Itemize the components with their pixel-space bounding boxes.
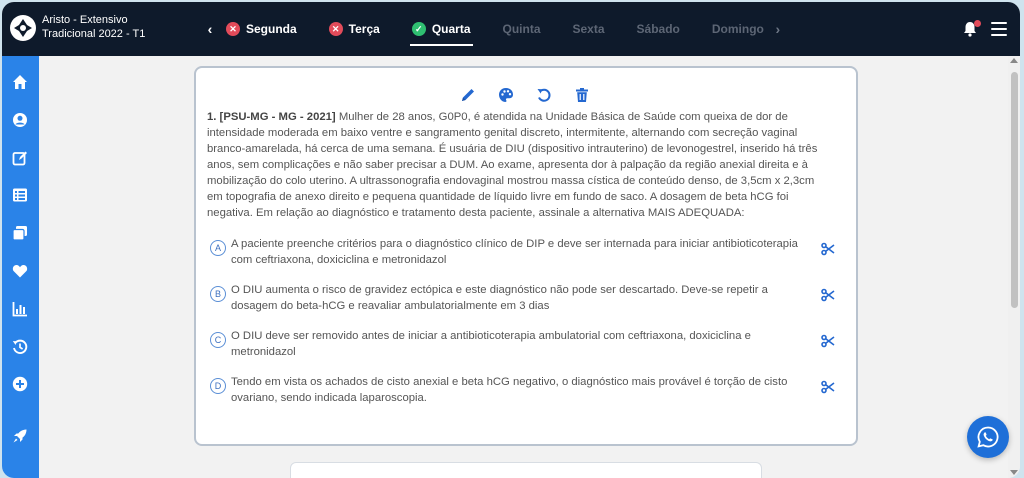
incomplete-status-icon: ✕	[328, 22, 343, 36]
scissors-icon[interactable]	[821, 242, 835, 256]
tab-label: Sexta	[572, 22, 605, 36]
tab-label: Quarta	[431, 22, 471, 36]
edit-icon[interactable]	[10, 148, 30, 168]
next-card	[290, 462, 762, 478]
scrollbar-thumb[interactable]	[1011, 72, 1018, 308]
tab-quarta[interactable]: ✓ Quarta	[409, 2, 473, 56]
list-icon[interactable]	[10, 185, 30, 205]
option-text: Tendo em vista os achados de cisto anexi…	[231, 376, 788, 404]
sidebar	[2, 56, 39, 478]
option-letter: B	[210, 286, 226, 302]
app-window: Aristo - Extensivo Tradicional 2022 - T1…	[2, 2, 1020, 478]
chevron-left-icon[interactable]: ‹	[202, 21, 218, 37]
chevron-right-icon[interactable]: ›	[770, 21, 786, 37]
scroll-down-arrow-icon[interactable]	[1010, 470, 1018, 475]
tab-domingo[interactable]: Domingo	[710, 2, 766, 56]
palette-icon[interactable]	[496, 85, 516, 105]
notification-badge	[974, 20, 981, 27]
incomplete-status-icon: ✕	[226, 22, 240, 36]
tab-label: Segunda	[246, 22, 297, 36]
question-card: 1. [PSU-MG - MG - 2021] Mulher de 28 ano…	[194, 66, 858, 446]
tab-quinta[interactable]: Quinta	[501, 2, 543, 56]
option-text: A paciente preenche critérios para o dia…	[231, 238, 798, 266]
user-icon[interactable]	[10, 110, 30, 130]
scissors-icon[interactable]	[821, 334, 835, 348]
scroll-up-arrow-icon[interactable]	[1010, 58, 1018, 63]
option-letter: C	[210, 332, 226, 348]
option-letter: D	[210, 378, 226, 394]
cards-icon[interactable]	[10, 223, 30, 243]
check-status-icon: ✓	[411, 22, 426, 36]
option-letter: A	[210, 240, 226, 256]
option-text: O DIU aumenta o risco de gravidez ectópi…	[231, 284, 768, 312]
rocket-icon[interactable]	[10, 426, 30, 446]
chart-icon[interactable]	[10, 299, 30, 319]
undo-icon[interactable]	[534, 85, 554, 105]
question-statement: 1. [PSU-MG - MG - 2021] Mulher de 28 ano…	[207, 109, 819, 221]
question-source: 1. [PSU-MG - MG - 2021]	[207, 111, 336, 123]
home-icon[interactable]	[10, 72, 30, 92]
tab-segunda[interactable]: ✕ Segunda	[224, 2, 299, 56]
pencil-icon[interactable]	[458, 85, 478, 105]
option-text: O DIU deve ser removido antes de iniciar…	[231, 330, 751, 358]
scissors-icon[interactable]	[821, 288, 835, 302]
heart-icon[interactable]	[10, 261, 30, 281]
trash-icon[interactable]	[572, 85, 592, 105]
scissors-icon[interactable]	[821, 380, 835, 394]
top-bar: Aristo - Extensivo Tradicional 2022 - T1…	[2, 2, 1020, 56]
question-text: Mulher de 28 anos, G0P0, é atendida na U…	[207, 111, 818, 219]
plus-circle-icon[interactable]	[10, 374, 30, 394]
day-navigation: ‹ ✕ Segunda ✕ Terça ✓ Quarta Quinta Sext…	[202, 2, 786, 56]
whatsapp-icon	[977, 426, 999, 448]
question-toolbar	[458, 85, 610, 105]
tab-label: Quinta	[502, 22, 541, 36]
logo-icon[interactable]	[9, 14, 37, 42]
course-line-2: Tradicional 2022 - T1	[42, 28, 146, 40]
history-icon[interactable]	[10, 337, 30, 357]
tab-terca[interactable]: ✕ Terça	[327, 2, 382, 56]
tab-label: Sábado	[636, 22, 680, 36]
tab-label: Domingo	[711, 22, 764, 36]
course-line-1: Aristo - Extensivo	[42, 14, 128, 26]
hamburger-menu-icon[interactable]	[991, 22, 1007, 36]
whatsapp-button[interactable]	[967, 416, 1009, 458]
course-title[interactable]: Aristo - Extensivo Tradicional 2022 - T1	[42, 13, 145, 41]
tab-label: Terça	[348, 22, 380, 36]
tab-sabado[interactable]: Sábado	[635, 2, 682, 56]
tab-sexta[interactable]: Sexta	[571, 2, 607, 56]
